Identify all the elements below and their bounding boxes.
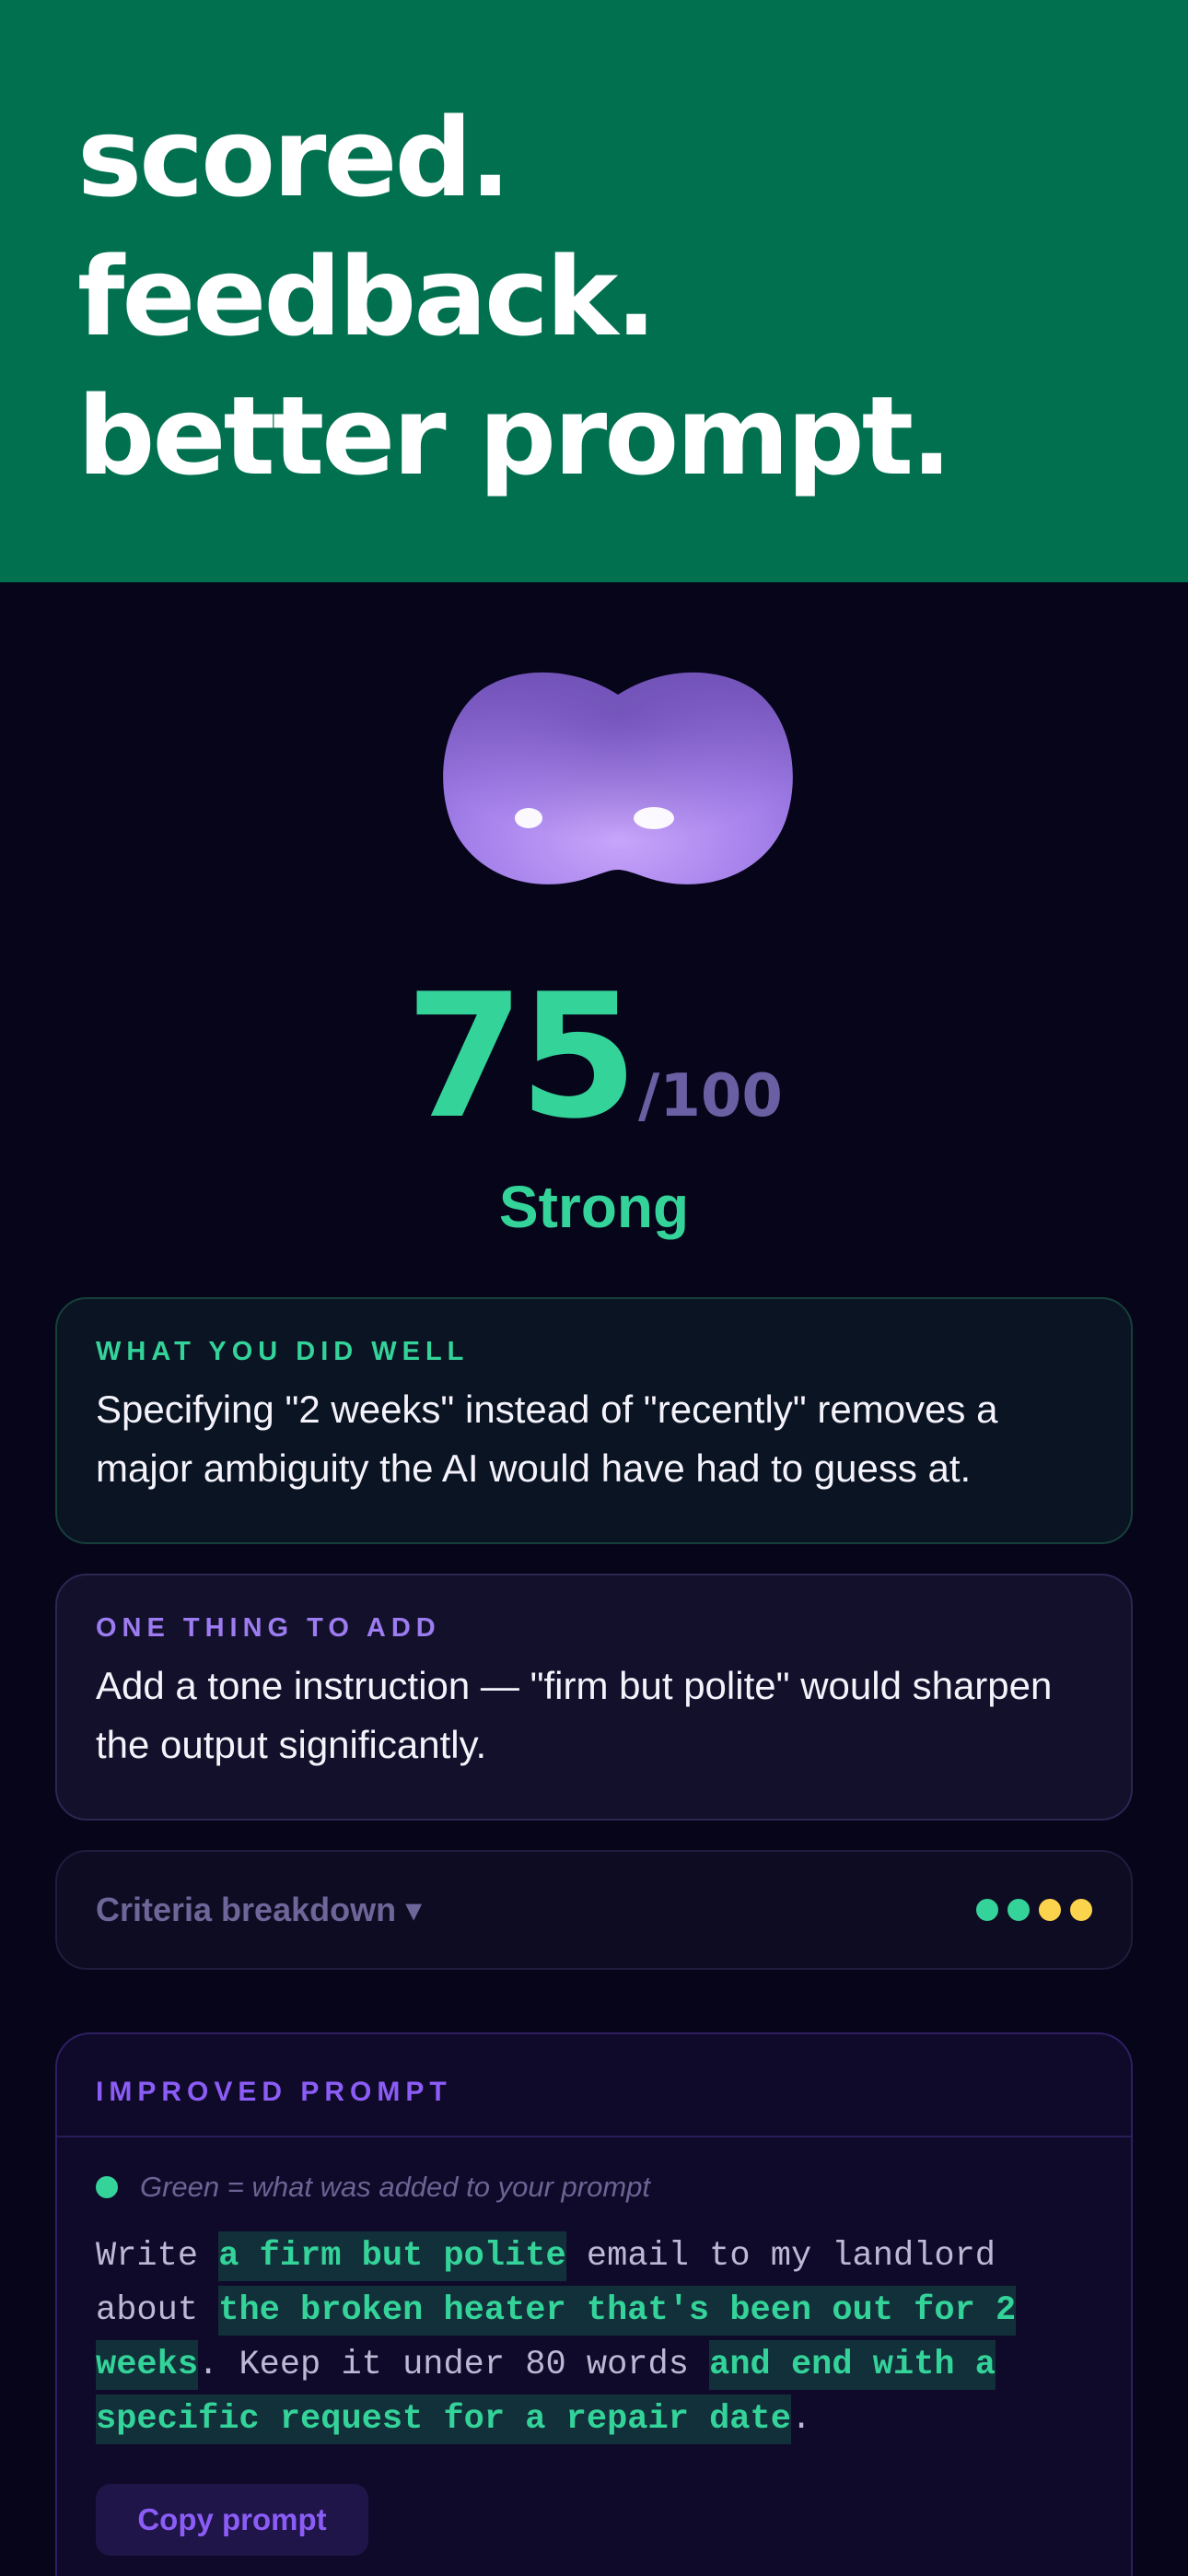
criteria-status-dots <box>976 1899 1092 1921</box>
hero-line-scored: scored. <box>77 94 511 221</box>
hero-banner: scored. feedback. better prompt. <box>0 0 1188 582</box>
score-max: /100 <box>637 1062 783 1130</box>
added-legend: Green = what was added to your prompt <box>96 2171 650 2204</box>
criteria-dot <box>1007 1899 1030 1921</box>
improved-prompt-panel: IMPROVED PROMPT Green = what was added t… <box>55 2032 1133 2576</box>
did-well-card: WHAT YOU DID WELL Specifying "2 weeks" i… <box>55 1297 1133 1544</box>
hero-line-feedback: feedback. <box>77 233 657 360</box>
score-value: 75 <box>405 956 638 1156</box>
legend-text: Green = what was added to your prompt <box>140 2171 651 2203</box>
criteria-dot <box>976 1899 998 1921</box>
one-thing-label: ONE THING TO ADD <box>96 1613 441 1643</box>
criteria-breakdown-label: Criteria breakdown ▾ <box>96 1891 423 1928</box>
score-display: 75/100 <box>0 969 1188 1144</box>
improved-prompt-text: Write a firm but polite email to my land… <box>96 2230 1100 2447</box>
score-rating: Strong <box>498 1174 690 1240</box>
improved-prompt-header: IMPROVED PROMPT <box>57 2034 1131 2137</box>
criteria-breakdown-toggle[interactable]: Criteria breakdown ▾ <box>55 1850 1133 1970</box>
copy-prompt-button[interactable]: Copy prompt <box>96 2484 368 2556</box>
prompt-segment: . <box>790 2400 812 2439</box>
did-well-text: Specifying "2 weeks" instead of "recentl… <box>96 1388 998 1490</box>
prompt-segment: Write <box>96 2237 219 2276</box>
prompt-segment: . Keep it under 80 words <box>198 2346 710 2384</box>
improved-prompt-title: IMPROVED PROMPT <box>96 2077 452 2107</box>
one-thing-text: Add a tone instruction — "firm but polit… <box>96 1664 1053 1766</box>
green-dot-icon <box>96 2176 118 2198</box>
criteria-dot <box>1039 1899 1061 1921</box>
hero-line-better-prompt: better prompt. <box>77 372 952 499</box>
mascot-blob-icon <box>440 663 796 894</box>
prompt-segment-added: a firm but polite <box>218 2231 566 2281</box>
one-thing-card: ONE THING TO ADD Add a tone instruction … <box>55 1574 1133 1821</box>
criteria-dot <box>1070 1899 1092 1921</box>
did-well-label: WHAT YOU DID WELL <box>96 1337 470 1366</box>
